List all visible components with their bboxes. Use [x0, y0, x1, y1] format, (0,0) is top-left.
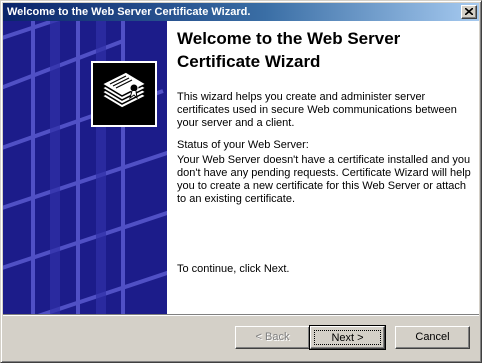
close-icon	[465, 8, 473, 15]
window-title: Welcome to the Web Server Certificate Wi…	[7, 6, 251, 18]
page-title: Welcome to the Web Server Certificate Wi…	[177, 29, 401, 71]
status-text: Your Web Server doesn't have a certifica…	[177, 154, 471, 205]
wizard-logo	[91, 61, 157, 127]
cancel-button[interactable]: Cancel	[395, 326, 470, 349]
intro-text: This wizard helps you create and adminis…	[177, 91, 457, 129]
wizard-window: Welcome to the Web Server Certificate Wi…	[0, 0, 482, 363]
wizard-sidebar	[3, 21, 167, 314]
close-button[interactable]	[461, 5, 477, 19]
back-button[interactable]: < Back	[235, 326, 310, 349]
continue-text: To continue, click Next.	[177, 263, 290, 275]
certificate-documents-icon	[100, 71, 148, 109]
status-label: Status of your Web Server:	[177, 139, 309, 151]
next-button[interactable]: Next >	[309, 325, 386, 350]
button-divider	[3, 314, 479, 316]
title-bar[interactable]: Welcome to the Web Server Certificate Wi…	[3, 3, 479, 21]
next-button-label: Next >	[314, 330, 381, 345]
wizard-content: Welcome to the Web Server Certificate Wi…	[167, 21, 479, 314]
